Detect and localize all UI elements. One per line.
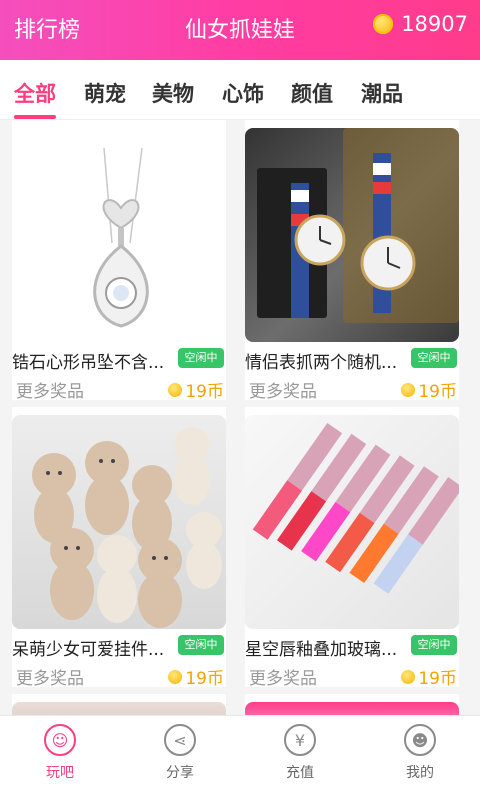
price: 19币 (401, 377, 457, 402)
lip-gloss-image (245, 415, 459, 629)
product-card[interactable]: 锆石心形吊坠不含... 空闲中 更多奖品 19币 (12, 120, 226, 402)
profile-icon: ☻ (404, 724, 436, 756)
tab-pets[interactable]: 萌宠 (84, 78, 126, 108)
price-value: 19币 (185, 669, 224, 689)
nav-share[interactable]: ⋖ 分享 (140, 724, 220, 782)
more-prizes-link[interactable]: 更多奖品 (249, 664, 317, 689)
tab-accessories[interactable]: 心饰 (222, 78, 264, 108)
product-grid: 锆石心形吊坠不含... 空闲中 更多奖品 19币 情侣表抓两个随机... 空闲中… (0, 120, 480, 715)
active-tab-indicator (14, 115, 56, 119)
yen-icon: ¥ (284, 724, 316, 756)
tab-looks[interactable]: 颜值 (291, 78, 333, 108)
product-name: 呆萌少女可爱挂件... (12, 640, 165, 660)
nav-label: 充值 (286, 765, 314, 781)
coin-icon (401, 382, 416, 397)
price: 19币 (168, 377, 224, 402)
product-image (12, 702, 226, 715)
status-badge: 空闲中 (411, 635, 457, 655)
product-card[interactable]: 呆萌少女可爱挂件... 空闲中 更多奖品 19币 (12, 407, 226, 689)
coin-icon (168, 669, 183, 684)
coin-icon (168, 382, 183, 397)
price-value: 19币 (418, 669, 457, 689)
tab-beauty-items[interactable]: 美物 (152, 78, 194, 108)
status-badge: 空闲中 (411, 348, 457, 368)
watches-image (245, 128, 459, 342)
product-name: 星空唇釉叠加玻璃... (245, 640, 398, 660)
more-prizes-link[interactable]: 更多奖品 (16, 664, 84, 689)
price-value: 19币 (185, 382, 224, 402)
coin-icon (401, 669, 416, 684)
bottom-navigation: ☺ 玩吧 ⋖ 分享 ¥ 充值 ☻ 我的 (0, 715, 480, 800)
product-card[interactable]: 情侣表抓两个随机... 空闲中 更多奖品 19币 (245, 120, 459, 402)
more-prizes-link[interactable]: 更多奖品 (249, 377, 317, 402)
price: 19币 (168, 664, 224, 689)
nav-recharge[interactable]: ¥ 充值 (260, 724, 340, 782)
nav-play[interactable]: ☺ 玩吧 (20, 724, 100, 782)
status-badge: 空闲中 (178, 348, 224, 368)
nav-label: 分享 (166, 765, 194, 781)
more-prizes-link[interactable]: 更多奖品 (16, 377, 84, 402)
tab-trendy[interactable]: 潮品 (361, 78, 403, 108)
coin-balance[interactable]: 18907 (373, 12, 468, 36)
pendant-image (12, 128, 226, 342)
share-icon: ⋖ (164, 724, 196, 756)
product-image (245, 702, 459, 715)
nav-label: 我的 (406, 765, 434, 781)
tab-all[interactable]: 全部 (14, 78, 56, 108)
product-card[interactable]: 星空唇釉叠加玻璃... 空闲中 更多奖品 19币 (245, 407, 459, 689)
smile-icon: ☺ (44, 724, 76, 756)
product-name: 情侣表抓两个随机... (245, 353, 398, 373)
top-bar: 排行榜 仙女抓娃娃 18907 (0, 0, 480, 60)
coin-icon (373, 14, 394, 34)
status-badge: 空闲中 (178, 635, 224, 655)
product-card[interactable] (245, 694, 459, 715)
product-card[interactable] (12, 694, 226, 715)
nav-mine[interactable]: ☻ 我的 (380, 724, 460, 782)
teddy-bears-image (12, 415, 226, 629)
coin-balance-value: 18907 (401, 12, 468, 36)
price-value: 19币 (418, 382, 457, 402)
price: 19币 (401, 664, 457, 689)
product-name: 锆石心形吊坠不含... (12, 353, 165, 373)
nav-label: 玩吧 (46, 765, 74, 781)
category-tabs: 全部 萌宠 美物 心饰 颜值 潮品 (0, 60, 480, 120)
